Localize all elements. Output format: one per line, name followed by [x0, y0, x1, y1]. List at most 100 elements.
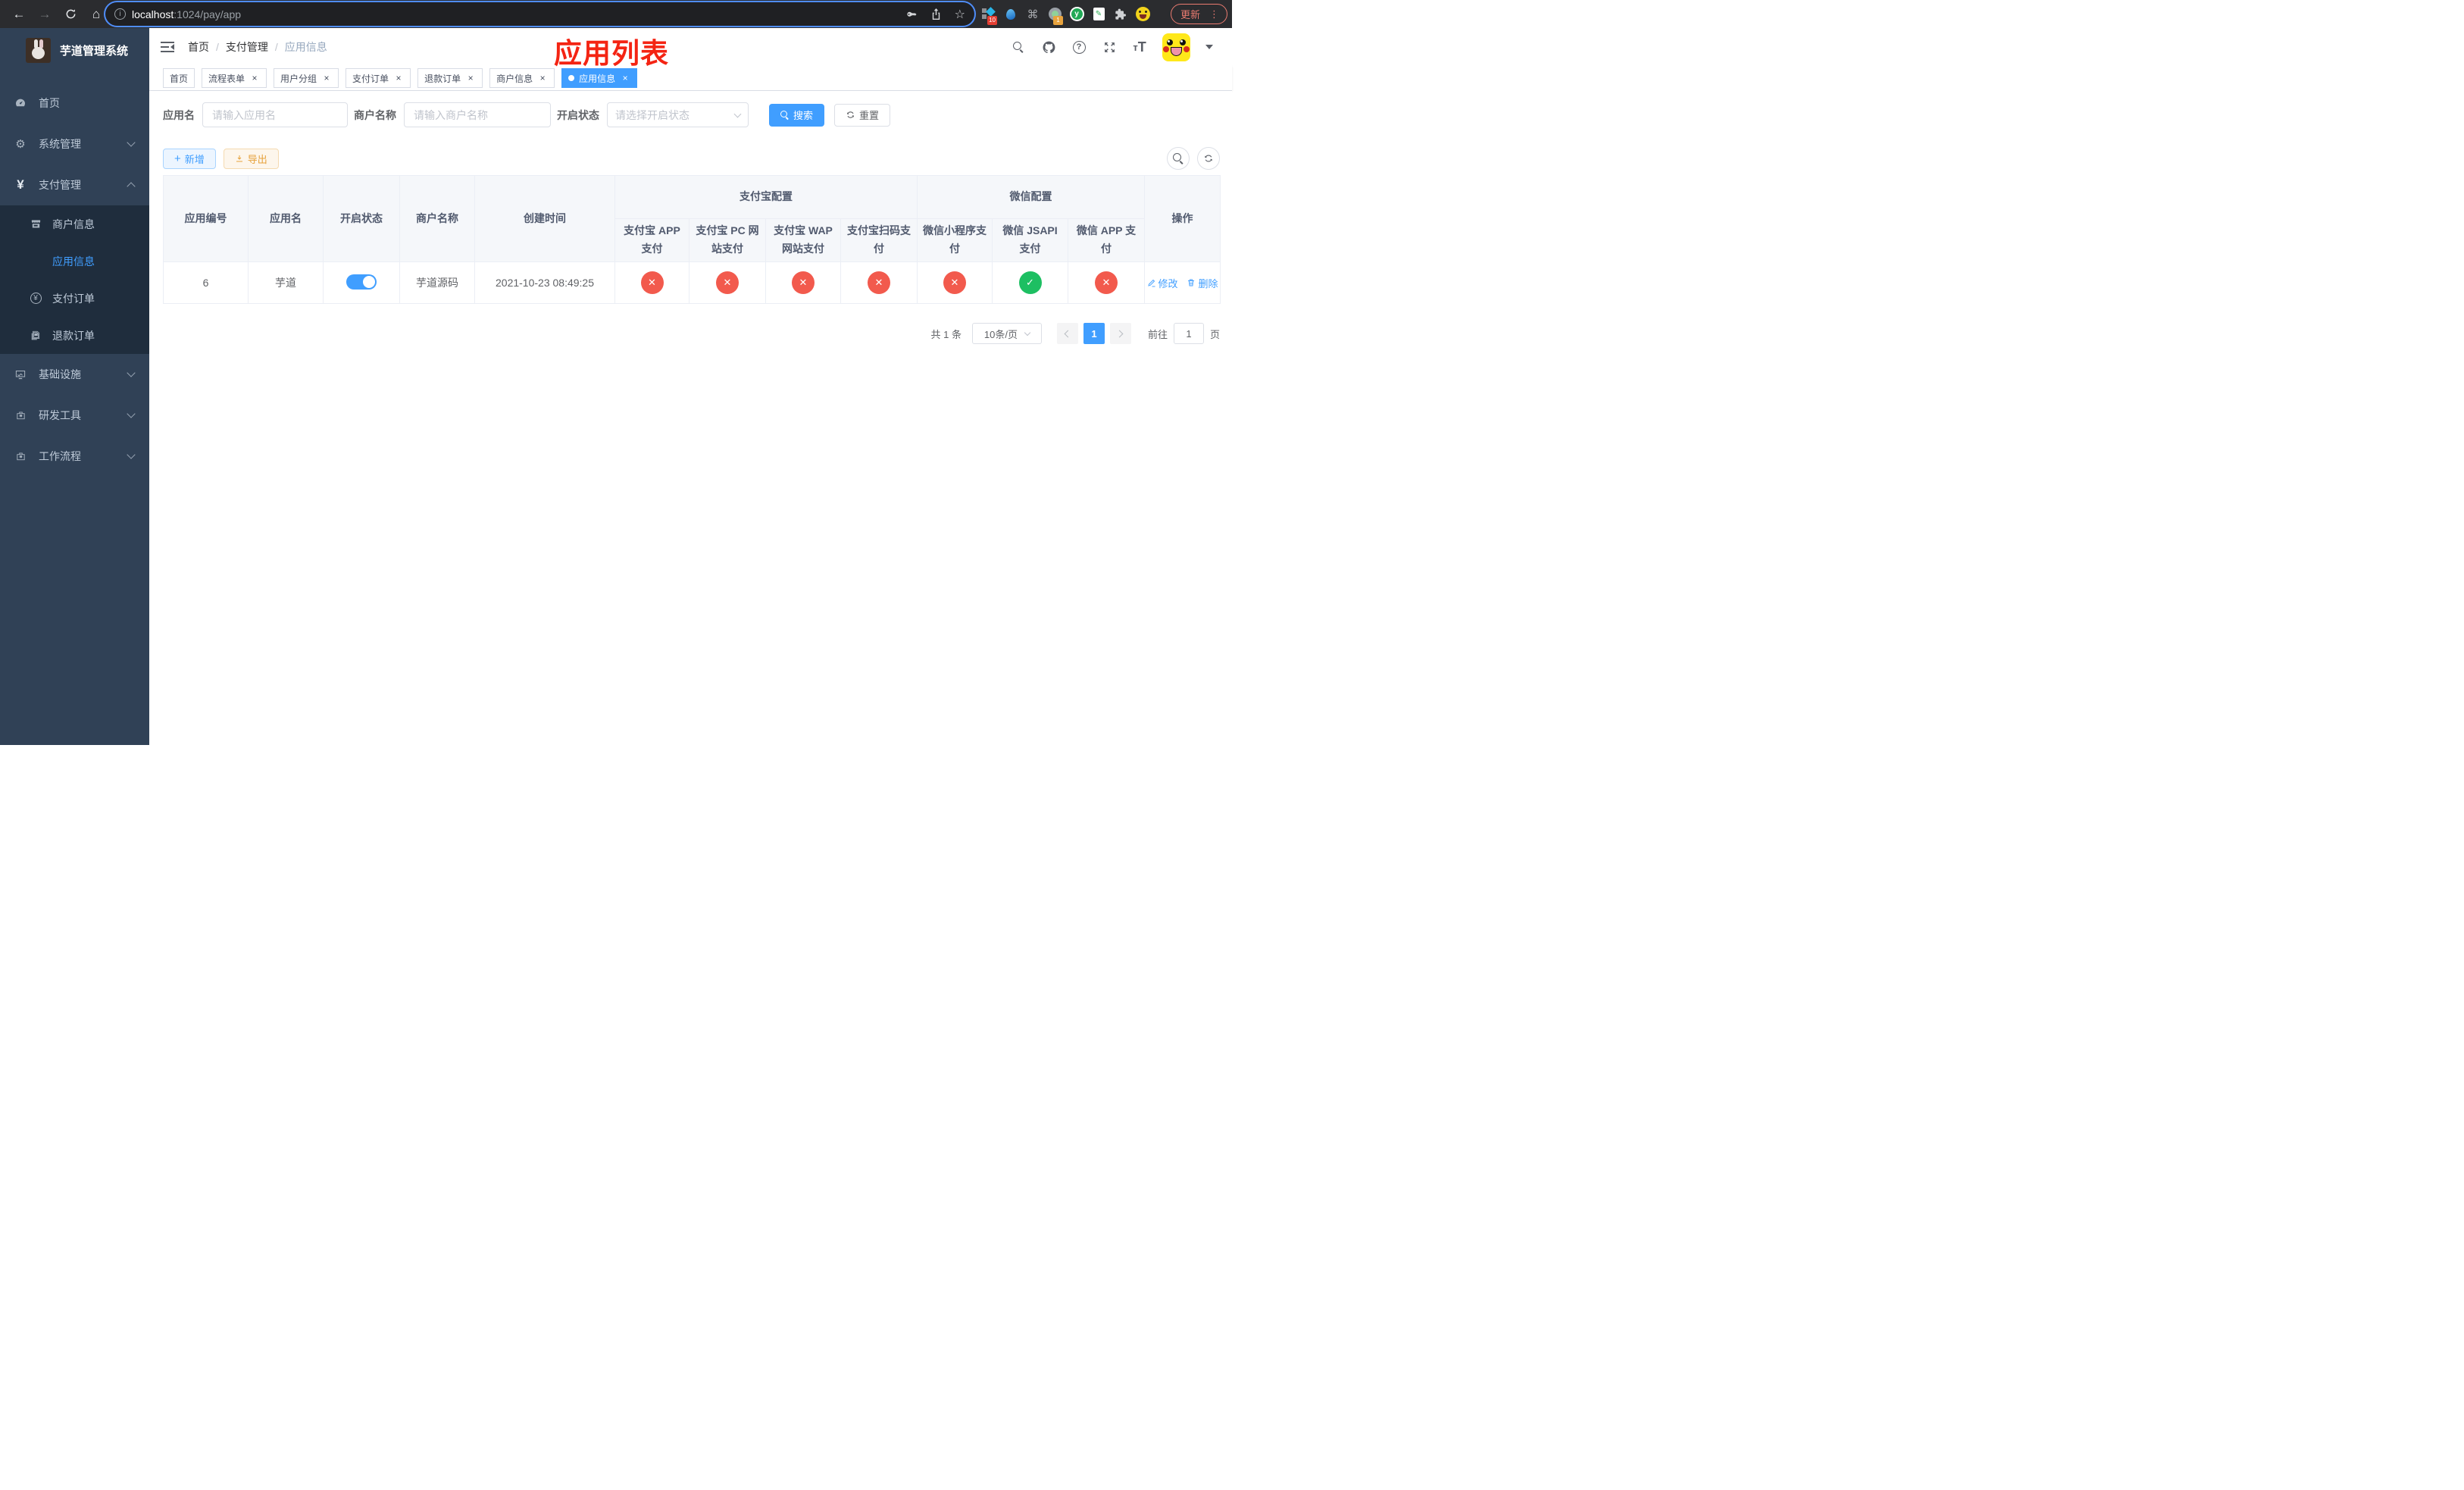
- chevron-down-icon: [1024, 329, 1031, 337]
- tab-user-group[interactable]: 用户分组 ×: [274, 68, 339, 88]
- cell-created: 2021-10-23 08:49:25: [474, 261, 615, 304]
- refresh-icon: [1205, 155, 1212, 162]
- sidebar-collapse-button[interactable]: [161, 42, 174, 52]
- extension-balloon-icon[interactable]: [1003, 7, 1018, 22]
- trash-icon: [1188, 279, 1195, 286]
- close-icon[interactable]: ×: [465, 73, 476, 83]
- sidebar-item-dev-tools[interactable]: 研发工具: [0, 395, 149, 436]
- page-unit-label: 页: [1209, 328, 1220, 340]
- browser-home-button[interactable]: ⌂: [87, 5, 105, 23]
- profile-avatar-icon[interactable]: [1135, 7, 1150, 22]
- sidebar-item-infrastructure[interactable]: 基础设施: [0, 354, 149, 395]
- update-label: 更新: [1180, 9, 1200, 20]
- add-button[interactable]: + 新增: [163, 148, 216, 169]
- pagination: 共 1 条 10条/页 1 前往 页: [163, 323, 1220, 344]
- avatar-caret-icon[interactable]: [1205, 45, 1213, 49]
- export-button[interactable]: 导出: [223, 148, 279, 169]
- tab-home[interactable]: 首页: [163, 68, 195, 88]
- sidebar-item-pay-order[interactable]: ¥ 支付订单: [0, 280, 149, 317]
- url-text[interactable]: localhost:1024/pay/app: [132, 8, 241, 20]
- shop-icon: [30, 218, 42, 230]
- status-toggle-on[interactable]: [346, 274, 377, 290]
- toolbox-icon: [14, 409, 27, 421]
- close-icon[interactable]: ×: [393, 73, 404, 83]
- sidebar-item-home[interactable]: 首页: [0, 83, 149, 124]
- extension-notes-icon[interactable]: ✎: [1091, 7, 1106, 22]
- chevron-up-icon: [127, 182, 136, 191]
- tab-merchant-info[interactable]: 商户信息 ×: [489, 68, 555, 88]
- close-icon[interactable]: ×: [620, 73, 630, 83]
- filter-form: 应用名 商户名称 开启状态 请选择开启状态 搜索 重置: [163, 102, 1220, 127]
- col-wx-app: 微信 APP 支付: [1068, 218, 1145, 262]
- fullscreen-icon[interactable]: [1102, 39, 1117, 55]
- address-bar[interactable]: i localhost:1024/pay/app ☆: [105, 2, 974, 26]
- sidebar-item-workflow[interactable]: 工作流程: [0, 436, 149, 477]
- font-size-icon[interactable]: тT: [1132, 39, 1147, 55]
- chevron-left-icon: [1065, 330, 1072, 337]
- github-icon[interactable]: [1041, 39, 1056, 55]
- table-row: 6 芋道 芋道源码 2021-10-23 08:49:25 ✕ ✕ ✕ ✕ ✕ …: [163, 261, 1221, 304]
- sidebar-item-payment[interactable]: ¥ 支付管理: [0, 164, 149, 205]
- tab-pay-order[interactable]: 支付订单 ×: [346, 68, 411, 88]
- active-dot-icon: [568, 75, 575, 81]
- extension-recorder-icon[interactable]: 1: [1047, 7, 1063, 25]
- chevron-down-icon: [733, 110, 742, 117]
- tab-refund-order[interactable]: 退款订单 ×: [417, 68, 483, 88]
- sidebar-item-app-info[interactable]: 应用信息: [0, 243, 149, 280]
- toggle-search-button[interactable]: [1167, 147, 1190, 170]
- merchant-name-input[interactable]: [404, 102, 551, 127]
- header-search-icon[interactable]: [1011, 39, 1026, 55]
- chevron-down-icon: [127, 409, 136, 418]
- help-icon[interactable]: ?: [1071, 39, 1087, 55]
- refresh-table-button[interactable]: [1197, 147, 1220, 170]
- kebab-menu-icon[interactable]: ⋮: [1209, 8, 1219, 20]
- chevron-down-icon: [127, 450, 136, 459]
- yen-icon: ¥: [17, 177, 24, 192]
- reset-button[interactable]: 重置: [834, 103, 891, 127]
- prev-page-button[interactable]: [1056, 323, 1078, 344]
- close-icon[interactable]: ×: [249, 73, 260, 83]
- search-button[interactable]: 搜索: [769, 103, 825, 127]
- extension-y-icon[interactable]: y: [1069, 7, 1084, 22]
- bookmark-star-icon[interactable]: ☆: [955, 7, 965, 22]
- tab-process-form[interactable]: 流程表单 ×: [202, 68, 267, 88]
- plus-icon: +: [174, 152, 181, 165]
- breadcrumb-home[interactable]: 首页: [188, 39, 209, 55]
- sidebar-item-merchant-info[interactable]: 商户信息: [0, 205, 149, 243]
- extension-blue-diamond-icon[interactable]: 10: [981, 6, 997, 25]
- sidebar-logo[interactable]: 芋道管理系统: [0, 28, 149, 72]
- browser-reload-button[interactable]: [61, 5, 80, 23]
- sidebar-item-system[interactable]: ⚙ 系统管理: [0, 124, 149, 164]
- page-size-select[interactable]: 10条/页: [971, 323, 1042, 344]
- close-icon[interactable]: ×: [537, 73, 548, 83]
- goto-page-input[interactable]: [1173, 323, 1204, 344]
- col-alipay-pc: 支付宝 PC 网站支付: [689, 218, 766, 262]
- sidebar-item-label: 应用信息: [52, 255, 95, 268]
- user-avatar[interactable]: [1162, 33, 1190, 61]
- next-page-button[interactable]: [1109, 323, 1131, 344]
- edit-link[interactable]: 修改: [1147, 276, 1178, 290]
- disabled-icon: ✕: [640, 271, 664, 294]
- chevron-down-icon: [127, 138, 136, 147]
- app-name-input[interactable]: [202, 102, 348, 127]
- browser-toolbar: ← → ⌂ i localhost:1024/pay/app ☆ 10 ⌘ 1 …: [0, 0, 1232, 28]
- extension-command-icon[interactable]: ⌘: [1025, 7, 1040, 22]
- browser-back-button[interactable]: ←: [10, 5, 28, 23]
- page-number-active[interactable]: 1: [1083, 323, 1105, 344]
- browser-forward-button[interactable]: →: [36, 5, 54, 23]
- extension-badge: 10: [987, 15, 997, 25]
- delete-link[interactable]: 删除: [1187, 276, 1218, 290]
- sidebar-item-label: 首页: [39, 97, 60, 109]
- close-icon[interactable]: ×: [321, 73, 332, 83]
- share-icon[interactable]: [930, 8, 942, 20]
- password-key-icon[interactable]: [905, 8, 918, 20]
- browser-update-menu[interactable]: 更新 ⋮: [1170, 4, 1227, 24]
- site-info-icon[interactable]: i: [114, 8, 126, 20]
- sidebar-item-refund-order[interactable]: 退款订单: [0, 317, 149, 354]
- col-app-id: 应用编号: [163, 175, 249, 262]
- toolbox-icon: [14, 450, 27, 462]
- sidebar-item-label: 退款订单: [52, 329, 95, 342]
- status-select[interactable]: 请选择开启状态: [607, 102, 749, 127]
- extensions-puzzle-icon[interactable]: [1113, 7, 1128, 22]
- breadcrumb-payment[interactable]: 支付管理: [226, 39, 268, 55]
